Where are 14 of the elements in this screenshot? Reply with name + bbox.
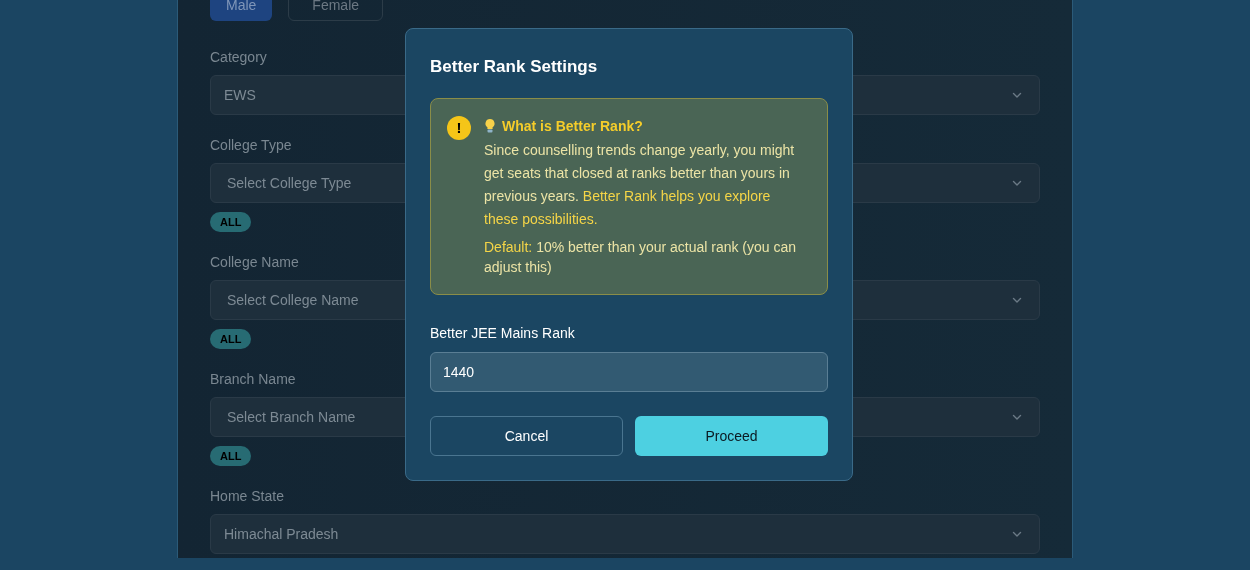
field-label: Home State bbox=[210, 487, 284, 506]
field-label: College Type bbox=[210, 136, 292, 155]
filter-badge: ALL bbox=[210, 212, 252, 232]
info-heading: What is Better Rank? bbox=[502, 116, 643, 136]
field-label: College Name bbox=[210, 253, 299, 272]
dialog-title: Better Rank Settings bbox=[430, 56, 598, 78]
field-label: Category bbox=[210, 48, 267, 67]
field-label: Branch Name bbox=[210, 370, 296, 389]
default-note: Default: 10% better than your actual rank (you can adjust this) bbox=[484, 238, 798, 277]
filter-badge: ALL bbox=[210, 446, 252, 466]
info-text: Since counselling trends change yearly, you might get seats that closed at ranks better than yours in previous years. Better Rank helps you explore these possibilities. bbox=[484, 141, 796, 229]
filter-badge: ALL bbox=[210, 329, 252, 349]
field-label: Better JEE Mains Rank bbox=[430, 324, 575, 343]
warning-icon: ! bbox=[447, 116, 471, 140]
